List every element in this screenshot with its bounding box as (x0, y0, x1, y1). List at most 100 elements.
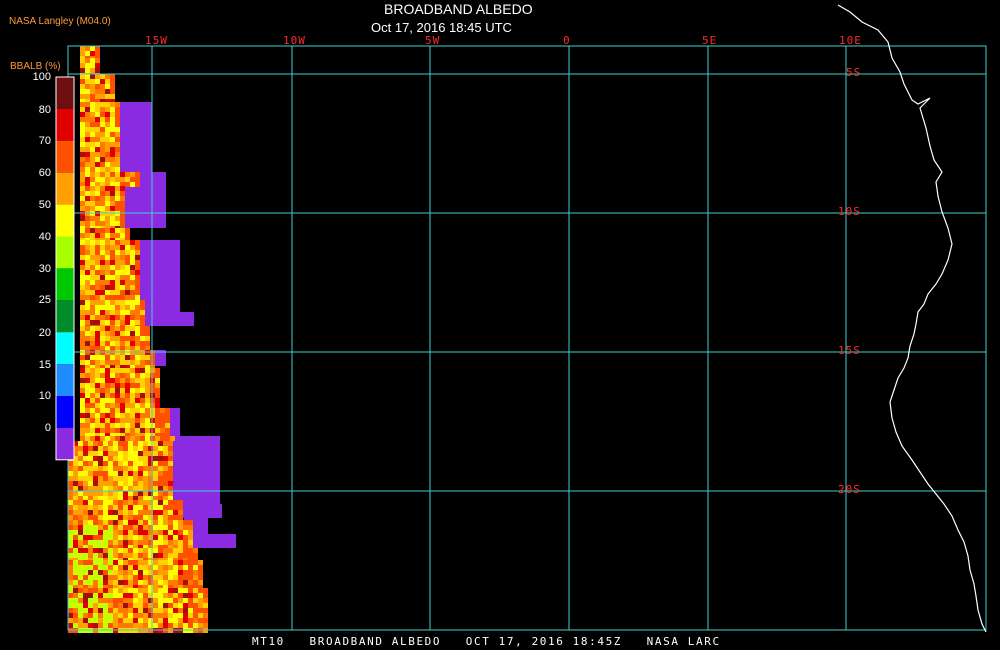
colorbar-tick-label: 25 (38, 294, 51, 306)
albedo-pixel (90, 122, 95, 127)
albedo-pixel (68, 500, 73, 505)
albedo-pixel (105, 221, 110, 226)
albedo-pixel (110, 233, 115, 238)
albedo-pixel (103, 525, 108, 530)
albedo-pixel (78, 580, 83, 585)
albedo-pixel (173, 598, 178, 603)
albedo-pixel (105, 393, 110, 398)
albedo-pixel (168, 481, 173, 486)
albedo-pixel (113, 471, 118, 476)
albedo-pixel (93, 548, 98, 553)
albedo-pixel (143, 588, 148, 593)
albedo-pixel (95, 378, 100, 383)
albedo-pixel (163, 446, 168, 451)
albedo-pixel (95, 290, 100, 295)
albedo-pixel (178, 510, 183, 515)
albedo-pixel (95, 355, 100, 360)
albedo-pixel (88, 471, 93, 476)
albedo-pixel (115, 310, 120, 315)
albedo-pixel (118, 451, 123, 456)
albedo-pixel (143, 456, 148, 461)
albedo-pixel (98, 570, 103, 575)
albedo-pixel (108, 618, 113, 623)
albedo-pixel (128, 481, 133, 486)
albedo-pixel (135, 368, 140, 373)
albedo-pixel (115, 331, 120, 336)
albedo-pixel (118, 588, 123, 593)
albedo-pixel (105, 191, 110, 196)
albedo-pixel (105, 408, 110, 413)
albedo-pixel (105, 172, 110, 177)
albedo-pixel (113, 588, 118, 593)
albedo-pixel (173, 525, 178, 530)
lat-label-20s: 20S (838, 483, 861, 496)
albedo-pixel (68, 593, 73, 598)
albedo-pixel (158, 560, 163, 565)
albedo-pixel (120, 398, 125, 403)
albedo-pixel (178, 540, 183, 545)
albedo-pixel (110, 132, 115, 137)
albedo-pixel (85, 368, 90, 373)
albedo-pixel (80, 245, 85, 250)
albedo-pixel (90, 373, 95, 378)
albedo-pixel (123, 456, 128, 461)
albedo-pixel (88, 560, 93, 565)
albedo-pixel (90, 112, 95, 117)
albedo-pixel (100, 147, 105, 152)
albedo-pixel (138, 510, 143, 515)
albedo-pixel (95, 122, 100, 127)
albedo-pixel (93, 565, 98, 570)
albedo-pixel (153, 476, 158, 481)
albedo-pixel (140, 305, 145, 310)
albedo-pixel (125, 398, 130, 403)
albedo-pixel (105, 196, 110, 201)
albedo-pixel (105, 398, 110, 403)
albedo-pixel (143, 466, 148, 471)
albedo-pixel (95, 196, 100, 201)
albedo-pixel (153, 486, 158, 491)
albedo-pixel (160, 418, 165, 423)
albedo-pixel (88, 535, 93, 540)
albedo-pixel (198, 613, 203, 618)
albedo-pixel (118, 570, 123, 575)
albedo-pixel (85, 137, 90, 142)
no-data-region (140, 312, 194, 326)
albedo-pixel (178, 608, 183, 613)
albedo-pixel (193, 618, 198, 623)
albedo-pixel (85, 51, 90, 56)
albedo-pixel (73, 481, 78, 486)
albedo-pixel (153, 456, 158, 461)
albedo-pixel (123, 461, 128, 466)
albedo-pixel (138, 618, 143, 623)
albedo-pixel (145, 326, 150, 331)
albedo-pixel (143, 486, 148, 491)
albedo-pixel (143, 481, 148, 486)
albedo-pixel (123, 588, 128, 593)
albedo-pixel (158, 486, 163, 491)
albedo-pixel (105, 413, 110, 418)
albedo-pixel (100, 341, 105, 346)
albedo-pixel (135, 285, 140, 290)
albedo-pixel (88, 548, 93, 553)
albedo-pixel (100, 423, 105, 428)
albedo-pixel (90, 201, 95, 206)
albedo-pixel (110, 305, 115, 310)
albedo-pixel (93, 530, 98, 535)
albedo-pixel (123, 565, 128, 570)
albedo-pixel (105, 201, 110, 206)
albedo-pixel (153, 598, 158, 603)
albedo-pixel (105, 326, 110, 331)
albedo-pixel (83, 570, 88, 575)
albedo-pixel (78, 491, 83, 496)
albedo-pixel (145, 341, 150, 346)
albedo-pixel (100, 418, 105, 423)
albedo-pixel (98, 461, 103, 466)
albedo-pixel (110, 310, 115, 315)
albedo-pixel (135, 336, 140, 341)
albedo-pixel (118, 575, 123, 580)
albedo-pixel (183, 548, 188, 553)
albedo-pixel (73, 466, 78, 471)
albedo-pixel (183, 580, 188, 585)
albedo-pixel (158, 553, 163, 558)
albedo-pixel (73, 515, 78, 520)
